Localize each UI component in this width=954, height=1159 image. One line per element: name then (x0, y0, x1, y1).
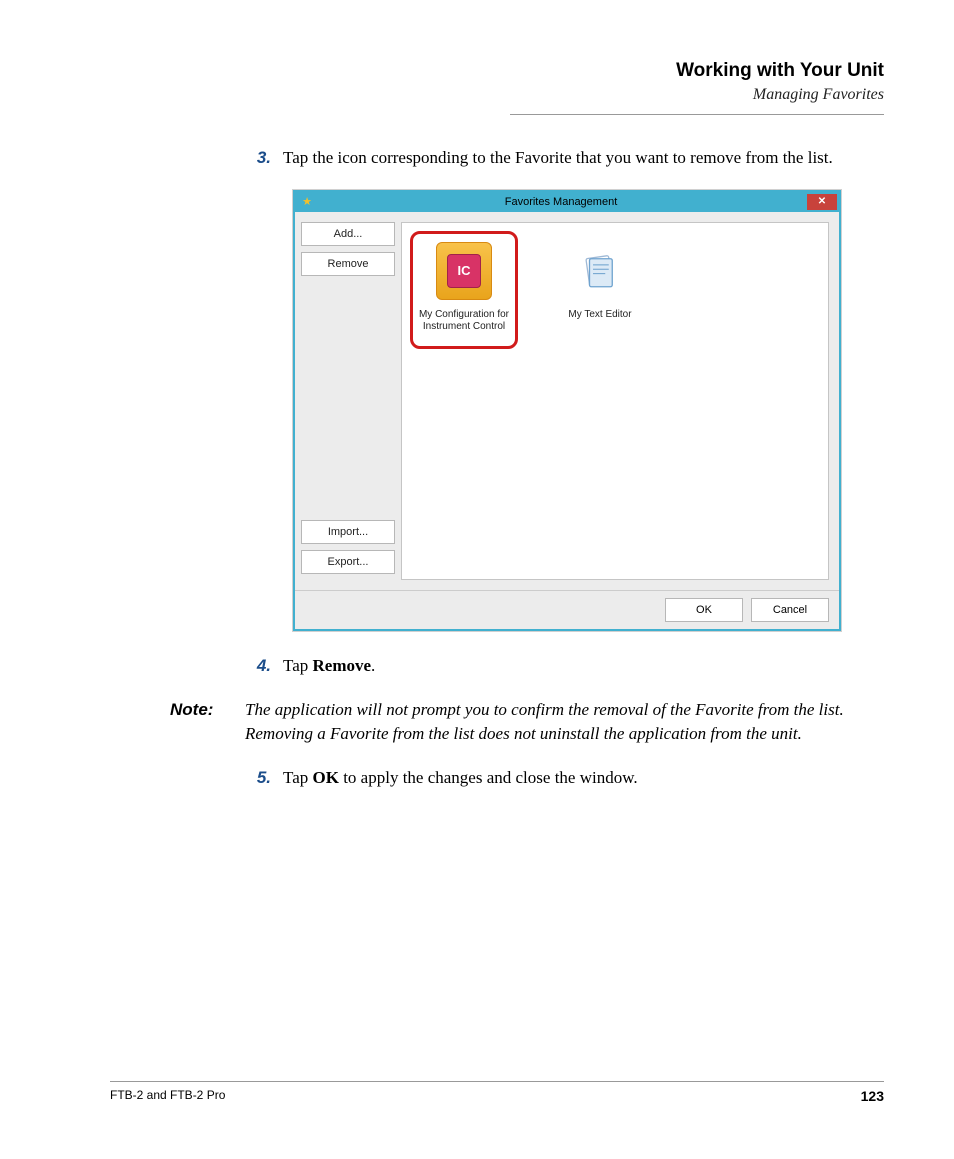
screenshot-window: ★ Favorites Management ✕ Add... Remove I… (293, 190, 841, 631)
add-button[interactable]: Add... (301, 222, 395, 246)
sidebar: Add... Remove Import... Export... (295, 212, 401, 590)
window-titlebar: ★ Favorites Management ✕ (295, 192, 839, 212)
instrument-control-icon: IC (436, 242, 492, 300)
note-text: The application will not prompt you to c… (245, 698, 884, 746)
favorites-content: IC My Configuration for Instrument Contr… (401, 222, 829, 580)
ok-button[interactable]: OK (665, 598, 743, 622)
step-text: Tap the icon corresponding to the Favori… (283, 147, 884, 170)
note-label: Note: (170, 698, 245, 746)
favorite-tile-text-editor[interactable]: My Text Editor (548, 233, 652, 321)
note-block: Note: The application will not prompt yo… (170, 698, 884, 746)
page-number: 123 (861, 1088, 884, 1104)
close-icon[interactable]: ✕ (807, 194, 837, 210)
step-5: 5. Tap OK to apply the changes and close… (245, 767, 884, 790)
step-3: 3. Tap the icon corresponding to the Fav… (245, 147, 884, 170)
export-button[interactable]: Export... (301, 550, 395, 574)
step-number: 3. (245, 147, 283, 170)
remove-button[interactable]: Remove (301, 252, 395, 276)
text-editor-icon (572, 243, 628, 299)
tile-label: My Configuration for Instrument Control (412, 309, 516, 333)
window-footer: OK Cancel (295, 590, 839, 629)
step-text: Tap OK to apply the changes and close th… (283, 767, 884, 790)
step-number: 4. (245, 655, 283, 678)
page-footer: FTB-2 and FTB-2 Pro 123 (110, 1081, 884, 1104)
page-header: Working with Your Unit Managing Favorite… (510, 60, 884, 115)
section-title: Working with Your Unit (510, 60, 884, 82)
step-text: Tap Remove. (283, 655, 884, 678)
favorite-tile-instrument-control[interactable]: IC My Configuration for Instrument Contr… (412, 233, 516, 333)
favorites-star-icon: ★ (299, 194, 315, 210)
import-button[interactable]: Import... (301, 520, 395, 544)
cancel-button[interactable]: Cancel (751, 598, 829, 622)
section-subtitle: Managing Favorites (510, 86, 884, 104)
tile-label: My Text Editor (548, 309, 652, 321)
step-number: 5. (245, 767, 283, 790)
step-4: 4. Tap Remove. (245, 655, 884, 678)
doc-name: FTB-2 and FTB-2 Pro (110, 1088, 225, 1104)
window-title: Favorites Management (315, 196, 807, 208)
